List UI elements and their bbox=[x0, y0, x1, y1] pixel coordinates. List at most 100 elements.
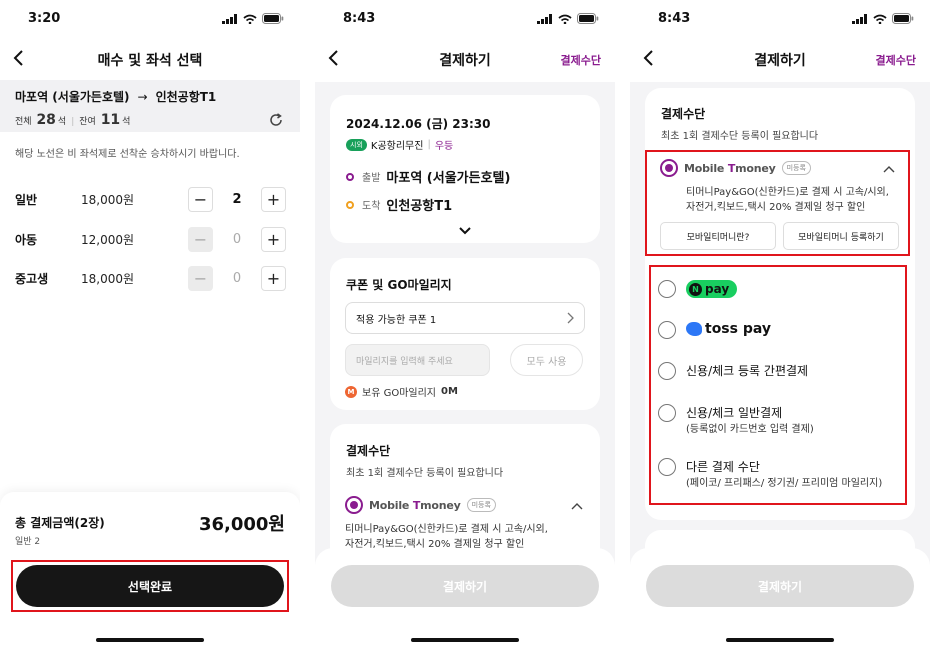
seat-total-value: 28 bbox=[36, 112, 56, 128]
tmoney-logo-suffix: money bbox=[420, 498, 461, 512]
fare-row-adult: 일반 18,000원 − 2 + bbox=[15, 186, 286, 212]
status-time: 3:20 bbox=[28, 11, 61, 26]
seat-count: 전체 28 석 | 잔여 11 석 bbox=[15, 112, 130, 128]
signal-icon bbox=[222, 13, 237, 24]
coupon-card: 쿠폰 및 GO마일리지 적용 가능한 쿠폰 1 마일리지를 입력해 주세요 모두… bbox=[330, 258, 600, 410]
route-arrow: → bbox=[137, 90, 148, 104]
quantity-stepper: − 0 + bbox=[188, 265, 286, 291]
payment-method-link[interactable]: 결제수단 bbox=[876, 52, 916, 68]
payment-section-subtitle: 최초 1회 결제수단 등록이 필요합니다 bbox=[661, 131, 819, 142]
tmoney-desc-line1: 티머니Pay&GO(신한카드)로 결제 시 고속/시외, bbox=[345, 524, 548, 535]
tmoney-logo: Mobile Tmoney bbox=[369, 499, 461, 512]
mileage-balance: M 보유 GO마일리지 0M bbox=[345, 384, 458, 399]
use-all-button[interactable]: 모두 사용 bbox=[510, 344, 583, 376]
status-time: 8:43 bbox=[658, 11, 691, 26]
route-to: 인천공항T1 bbox=[155, 90, 217, 104]
route-summary: 마포역 (서울가든호텔) → 인천공항T1 전체 28 석 | 잔여 11 석 bbox=[0, 80, 300, 132]
mileage-balance-value: 0M bbox=[441, 386, 458, 397]
pay-button[interactable]: 결제하기 bbox=[331, 565, 599, 607]
arrive-dot-icon bbox=[346, 200, 354, 209]
fare-name: 중고생 bbox=[15, 271, 49, 286]
payment-method-link[interactable]: 결제수단 bbox=[561, 52, 601, 68]
depart-label: 출발 bbox=[362, 173, 381, 184]
chevron-right-icon bbox=[567, 312, 574, 324]
chevron-down-icon[interactable] bbox=[458, 226, 472, 235]
status-bar: 3:20 bbox=[0, 0, 300, 40]
trip-card: 2024.12.06 (금) 23:30 시외 K공항리무진 | 우등 출발 마… bbox=[330, 95, 600, 243]
fare-name: 아동 bbox=[15, 232, 38, 247]
radio-selected[interactable] bbox=[345, 496, 363, 514]
payment-section-title: 결제수단 bbox=[661, 107, 706, 121]
payment-section-title: 결제수단 bbox=[346, 444, 391, 458]
home-indicator bbox=[411, 638, 519, 642]
seat-total-label: 전체 bbox=[15, 117, 32, 127]
wifi-icon bbox=[243, 14, 257, 24]
operator-line: 시외 K공항리무진 | 우등 bbox=[346, 137, 453, 152]
coupon-select-label: 적용 가능한 쿠폰 1 bbox=[356, 314, 437, 326]
wifi-icon bbox=[558, 14, 572, 24]
confirm-selection-button[interactable]: 선택완료 bbox=[16, 565, 284, 607]
header: 결제하기 결제수단 bbox=[315, 40, 615, 82]
arrive-label: 도착 bbox=[362, 201, 381, 212]
mileage-input[interactable]: 마일리지를 입력해 주세요 bbox=[345, 344, 490, 376]
route-type-badge: 시외 bbox=[346, 138, 367, 151]
payment-section-subtitle: 최초 1회 결제수단 등록이 필요합니다 bbox=[346, 468, 504, 479]
status-time: 8:43 bbox=[343, 11, 376, 26]
status-icons bbox=[222, 13, 284, 24]
seat-notice: 해당 노선은 비 좌석제로 선착순 승차하시기 바랍니다. bbox=[15, 149, 240, 160]
tmoney-logo-prefix: Mobile bbox=[369, 498, 413, 512]
highlight-box-options bbox=[649, 265, 907, 505]
tmoney-option[interactable]: Mobile Tmoney 미등록 bbox=[345, 496, 496, 514]
fare-price: 18,000원 bbox=[81, 192, 135, 207]
plus-button[interactable]: + bbox=[261, 186, 286, 212]
fare-row-student: 중고생 18,000원 − 0 + bbox=[15, 265, 286, 291]
quantity-stepper: − 2 + bbox=[188, 186, 286, 212]
arrive-name: 인천공항T1 bbox=[386, 199, 453, 214]
battery-icon bbox=[577, 13, 599, 24]
battery-icon bbox=[892, 13, 914, 24]
total-label: 총 결제금액(2장) bbox=[15, 516, 105, 530]
depart-dot-icon bbox=[346, 172, 354, 181]
minus-button[interactable]: − bbox=[188, 265, 213, 291]
screen-payment: 8:43 결제하기 결제수단 2024.12.06 (금) 23:30 시외 K… bbox=[315, 0, 615, 650]
total-amount: 36,000원 bbox=[198, 514, 285, 535]
plus-button[interactable]: + bbox=[261, 226, 286, 252]
depart-stop: 출발 마포역 (서울가든호텔) bbox=[346, 167, 510, 186]
signal-icon bbox=[537, 13, 552, 24]
mileage-coin-icon: M bbox=[345, 385, 357, 398]
arrive-stop: 도착 인천공항T1 bbox=[346, 195, 452, 214]
home-indicator bbox=[726, 638, 834, 642]
coupon-select[interactable]: 적용 가능한 쿠폰 1 bbox=[345, 302, 585, 334]
route-from: 마포역 (서울가든호텔) bbox=[15, 90, 130, 104]
seat-remain-value: 11 bbox=[100, 112, 121, 128]
quantity-value: 0 bbox=[232, 231, 242, 247]
minus-button[interactable]: − bbox=[188, 226, 213, 252]
depart-name: 마포역 (서울가든호텔) bbox=[386, 171, 511, 186]
quantity-value: 2 bbox=[232, 191, 242, 207]
quantity-stepper: − 0 + bbox=[188, 226, 286, 252]
mileage-balance-label: 보유 GO마일리지 bbox=[362, 388, 436, 399]
pay-button[interactable]: 결제하기 bbox=[646, 565, 914, 607]
fare-name: 일반 bbox=[15, 192, 38, 207]
total-breakdown: 일반 2 bbox=[15, 537, 41, 547]
fare-price: 12,000원 bbox=[81, 232, 135, 247]
plus-button[interactable]: + bbox=[261, 265, 286, 291]
minus-button[interactable]: − bbox=[188, 186, 213, 212]
seat-divider: | bbox=[71, 117, 75, 127]
fare-row-child: 아동 12,000원 − 0 + bbox=[15, 226, 286, 252]
chevron-up-icon[interactable] bbox=[570, 502, 584, 511]
battery-icon bbox=[262, 13, 284, 24]
highlight-box-tmoney bbox=[645, 150, 910, 256]
fare-price: 18,000원 bbox=[81, 271, 135, 286]
home-indicator bbox=[96, 638, 204, 642]
screen-payment-methods: 8:43 결제하기 결제수단 결제수단 최초 1회 결제수단 등록이 필요합니다… bbox=[630, 0, 930, 650]
bus-class: 우등 bbox=[434, 141, 454, 152]
refresh-icon[interactable] bbox=[268, 112, 284, 128]
seat-remain-label: 잔여 bbox=[79, 117, 96, 127]
quantity-value: 0 bbox=[232, 270, 242, 286]
page-title: 매수 및 좌석 선택 bbox=[97, 53, 203, 69]
status-bar: 8:43 bbox=[315, 0, 615, 40]
seat-remain-unit: 석 bbox=[122, 117, 131, 127]
operator-name: K공항리무진 bbox=[370, 141, 424, 152]
header: 매수 및 좌석 선택 bbox=[0, 40, 300, 78]
